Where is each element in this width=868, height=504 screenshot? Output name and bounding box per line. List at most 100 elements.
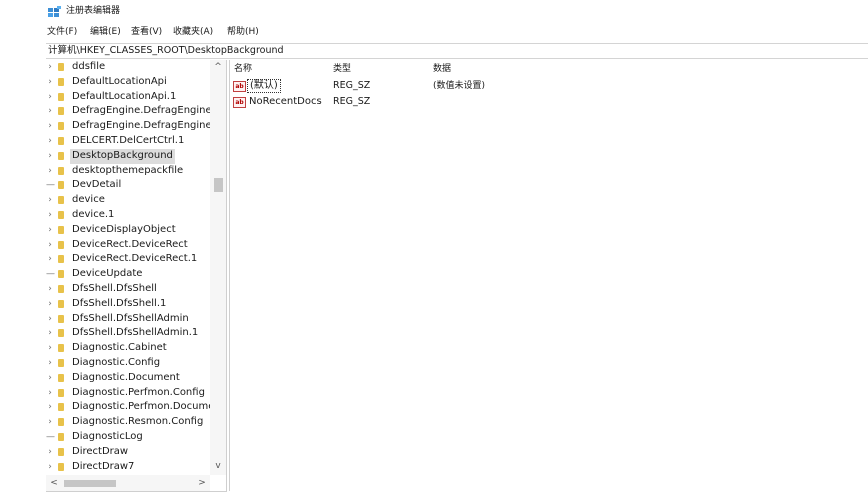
tree-item-label[interactable]: DevDetail: [70, 178, 123, 193]
menu-view[interactable]: 查看(V): [131, 25, 162, 39]
tree-item-label[interactable]: Diagnostic.Document: [70, 371, 182, 386]
tree-item-label[interactable]: DesktopBackground: [70, 148, 175, 164]
tree-item[interactable]: — DevDetail: [46, 178, 210, 193]
menu-favorites[interactable]: 收藏夹(A): [173, 25, 213, 39]
tree-item[interactable]: › ddsfile: [46, 60, 210, 75]
chevron-right-icon[interactable]: ›: [46, 238, 54, 252]
chevron-right-icon[interactable]: ›: [46, 149, 54, 163]
address-bar[interactable]: 计算机\HKEY_CLASSES_ROOT\DesktopBackground: [46, 43, 868, 59]
scroll-left-icon[interactable]: <: [48, 477, 60, 489]
tree-item-label[interactable]: Diagnostic.Cabinet: [70, 341, 169, 356]
tree-item-label[interactable]: Diagnostic.Perfmon.Docume: [70, 400, 216, 415]
column-header-name[interactable]: 名称: [234, 64, 252, 74]
chevron-right-icon[interactable]: ›: [46, 90, 54, 104]
menu-edit[interactable]: 编辑(E): [90, 25, 121, 39]
tree-item[interactable]: › Diagnostic.Resmon.Config: [46, 415, 210, 430]
tree-item-label[interactable]: DefaultLocationApi.1: [70, 90, 178, 105]
chevron-right-icon[interactable]: ›: [46, 341, 54, 355]
column-header-type[interactable]: 类型: [333, 64, 351, 74]
tree-item[interactable]: › DesktopBackground: [46, 148, 210, 164]
value-name[interactable]: (默认): [247, 79, 281, 93]
chevron-right-icon[interactable]: ›: [46, 104, 54, 118]
scroll-right-icon[interactable]: >: [196, 477, 208, 489]
tree-item-label[interactable]: DfsShell.DfsShell.1: [70, 297, 168, 312]
chevron-right-icon[interactable]: ›: [46, 75, 54, 89]
chevron-right-icon[interactable]: ›: [46, 415, 54, 429]
tree-item[interactable]: › Diagnostic.Document: [46, 371, 210, 386]
tree-item-label[interactable]: DeviceRect.DeviceRect.1: [70, 252, 199, 267]
tree-horizontal-scrollbar[interactable]: < >: [46, 475, 210, 491]
chevron-right-icon[interactable]: ›: [46, 312, 54, 326]
address-path[interactable]: 计算机\HKEY_CLASSES_ROOT\DesktopBackground: [48, 45, 284, 57]
tree-item[interactable]: › Diagnostic.Cabinet: [46, 341, 210, 356]
chevron-right-icon[interactable]: ›: [46, 164, 54, 178]
tree-item-label[interactable]: DiagnosticLog: [70, 430, 145, 445]
tree-item[interactable]: › DeviceRect.DeviceRect.1: [46, 252, 210, 267]
chevron-right-icon[interactable]: ›: [46, 208, 54, 222]
tree-item-label[interactable]: Diagnostic.Resmon.Config: [70, 415, 205, 430]
tree-item[interactable]: › DfsShell.DfsShellAdmin.1: [46, 326, 210, 341]
tree-item[interactable]: › DfsShell.DfsShell.1: [46, 297, 210, 312]
tree-item[interactable]: › DirectDraw: [46, 445, 210, 460]
value-row[interactable]: ab NoRecentDocs REG_SZ: [230, 95, 868, 109]
tree-item[interactable]: › DfsShell.DfsShell: [46, 282, 210, 297]
tree-item[interactable]: › Diagnostic.Perfmon.Docume: [46, 400, 214, 415]
tree-item[interactable]: › Diagnostic.Config: [46, 356, 210, 371]
chevron-right-icon[interactable]: ›: [46, 193, 54, 207]
chevron-right-icon[interactable]: ›: [46, 326, 54, 340]
tree-item-label[interactable]: DeviceRect.DeviceRect: [70, 238, 190, 253]
tree-item-label[interactable]: Diagnostic.Perfmon.Config: [70, 386, 207, 401]
chevron-right-icon[interactable]: ›: [46, 252, 54, 266]
tree-item[interactable]: › device: [46, 193, 210, 208]
tree-item[interactable]: › device.1: [46, 208, 210, 223]
chevron-right-icon[interactable]: ›: [46, 371, 54, 385]
tree-vertical-scrollbar[interactable]: ^ v: [210, 60, 226, 475]
tree-item[interactable]: › DefaultLocationApi: [46, 75, 210, 90]
tree-item[interactable]: › DfsShell.DfsShellAdmin: [46, 312, 210, 327]
tree-item-label[interactable]: DeviceDisplayObject: [70, 223, 178, 238]
menu-file[interactable]: 文件(F): [47, 25, 77, 39]
tree-item[interactable]: › desktopthemepackfile: [46, 164, 210, 179]
tree-item[interactable]: › DefaultLocationApi.1: [46, 90, 210, 105]
horizontal-scroll-thumb[interactable]: [64, 480, 116, 487]
tree-item[interactable]: › Diagnostic.Perfmon.Config: [46, 386, 210, 401]
tree-item[interactable]: — DeviceUpdate: [46, 267, 210, 282]
scroll-down-icon[interactable]: v: [210, 460, 226, 472]
tree-item[interactable]: › DeviceRect.DeviceRect: [46, 238, 210, 253]
tree-item-label[interactable]: ddsfile: [70, 60, 107, 75]
chevron-right-icon[interactable]: ›: [46, 460, 54, 474]
column-header-data[interactable]: 数据: [433, 64, 451, 74]
tree-item-label[interactable]: DeviceUpdate: [70, 267, 144, 282]
tree-item-label[interactable]: DfsShell.DfsShell: [70, 282, 159, 297]
tree-item-label[interactable]: Diagnostic.Config: [70, 356, 162, 371]
chevron-right-icon[interactable]: ›: [46, 119, 54, 133]
chevron-right-icon[interactable]: ›: [46, 297, 54, 311]
chevron-right-icon[interactable]: ›: [46, 223, 54, 237]
tree-item-label[interactable]: DfsShell.DfsShellAdmin.1: [70, 326, 200, 341]
tree-item-label[interactable]: device: [70, 193, 107, 208]
tree-item[interactable]: › DirectDraw7: [46, 460, 210, 475]
chevron-right-icon[interactable]: ›: [46, 134, 54, 148]
tree-item-label[interactable]: DfsShell.DfsShellAdmin: [70, 312, 191, 327]
tree-item-label[interactable]: DirectDraw: [70, 445, 130, 460]
tree-item-label[interactable]: DefragEngine.DefragEngine.: [70, 119, 217, 134]
vertical-scroll-thumb[interactable]: [214, 178, 223, 192]
chevron-right-icon[interactable]: ›: [46, 356, 54, 370]
tree-item[interactable]: › DefragEngine.DefragEngine.: [46, 119, 215, 134]
tree-item[interactable]: › DeviceDisplayObject: [46, 223, 210, 238]
tree-item-label[interactable]: desktopthemepackfile: [70, 164, 185, 179]
chevron-right-icon[interactable]: ›: [46, 445, 54, 459]
value-row[interactable]: ab (默认) REG_SZ (数值未设置): [230, 79, 868, 93]
tree-item[interactable]: › DELCERT.DelCertCtrl.1: [46, 134, 210, 149]
value-name[interactable]: NoRecentDocs: [247, 95, 324, 109]
chevron-right-icon[interactable]: ›: [46, 282, 54, 296]
tree-item[interactable]: › DefragEngine.DefragEngine: [46, 104, 211, 119]
menu-help[interactable]: 帮助(H): [227, 25, 259, 39]
tree-item[interactable]: — DiagnosticLog: [46, 430, 210, 445]
tree-item-label[interactable]: DirectDraw7: [70, 460, 136, 475]
tree-item-label[interactable]: DefaultLocationApi: [70, 75, 169, 90]
tree-item-label[interactable]: DELCERT.DelCertCtrl.1: [70, 134, 186, 149]
scroll-up-icon[interactable]: ^: [210, 61, 226, 73]
chevron-right-icon[interactable]: ›: [46, 386, 54, 400]
tree-item-label[interactable]: device.1: [70, 208, 116, 223]
